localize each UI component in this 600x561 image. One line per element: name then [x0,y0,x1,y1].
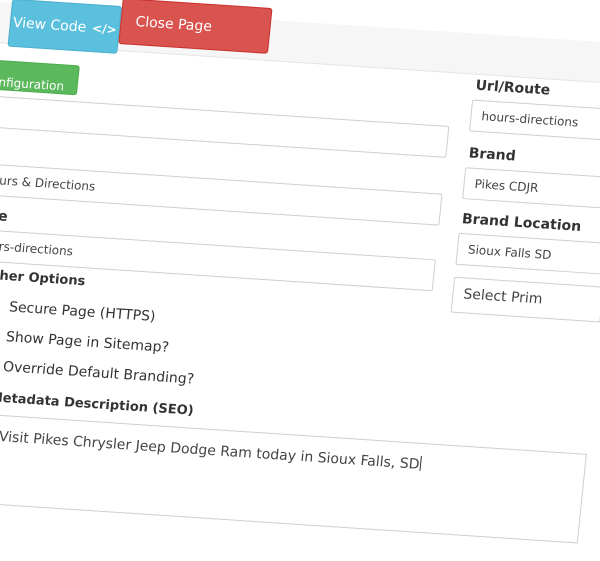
metadata-description-textarea[interactable]: Visit Pikes Chrysler Jeep Dodge Ram toda… [0,414,587,544]
show-in-sitemap-label: Show Page in Sitemap? [5,329,170,356]
url-route-value: hours-directions [480,109,579,130]
metadata-description-label: Metadata Description (SEO) [0,390,195,419]
show-in-sitemap-checkbox[interactable]: ✔ Show Page in Sitemap? [0,328,170,356]
brand-location-label: Brand Location [461,211,582,235]
brand-value: Pikes CDJR [473,176,540,196]
brand-location-select[interactable]: Sioux Falls SD [455,232,600,275]
url-route-label: Url/Route [474,77,552,99]
select-primary-label: Select Prim [462,286,544,308]
secure-page-checkbox[interactable]: Secure Page (HTTPS) [0,298,156,325]
close-page-label: Close Page [134,14,213,36]
metadata-description-value: Visit Pikes Chrysler Jeep Dodge Ram toda… [0,428,421,473]
code-label: Code [0,206,9,225]
title-value: Hours & Directions [0,172,97,194]
page-editor: View Code </> Close Page ve Configuratio… [0,0,600,561]
top-empty-input[interactable] [0,94,450,158]
override-branding-checkbox[interactable]: Override Default Branding? [0,357,195,388]
text-caret [419,455,423,471]
save-configuration-button[interactable]: ve Configuration [0,59,80,96]
view-code-button[interactable]: View Code </> [7,0,123,54]
save-configuration-label: ve Configuration [0,74,65,94]
url-route-input[interactable]: hours-directions [468,99,600,142]
code-value: hours-directions [0,237,74,259]
title-input[interactable]: Hours & Directions [0,162,443,226]
brand-select[interactable]: Pikes CDJR [462,167,600,209]
view-code-label: View Code [12,14,88,36]
code-icon: </> [91,21,118,37]
override-branding-label: Override Default Branding? [2,359,195,388]
select-primary-dropdown[interactable]: Select Prim [450,276,600,323]
brand-label: Brand [467,145,517,165]
other-options-label: Other Options [0,267,87,290]
brand-location-value: Sioux Falls SD [467,242,553,263]
secure-page-label: Secure Page (HTTPS) [8,299,157,325]
